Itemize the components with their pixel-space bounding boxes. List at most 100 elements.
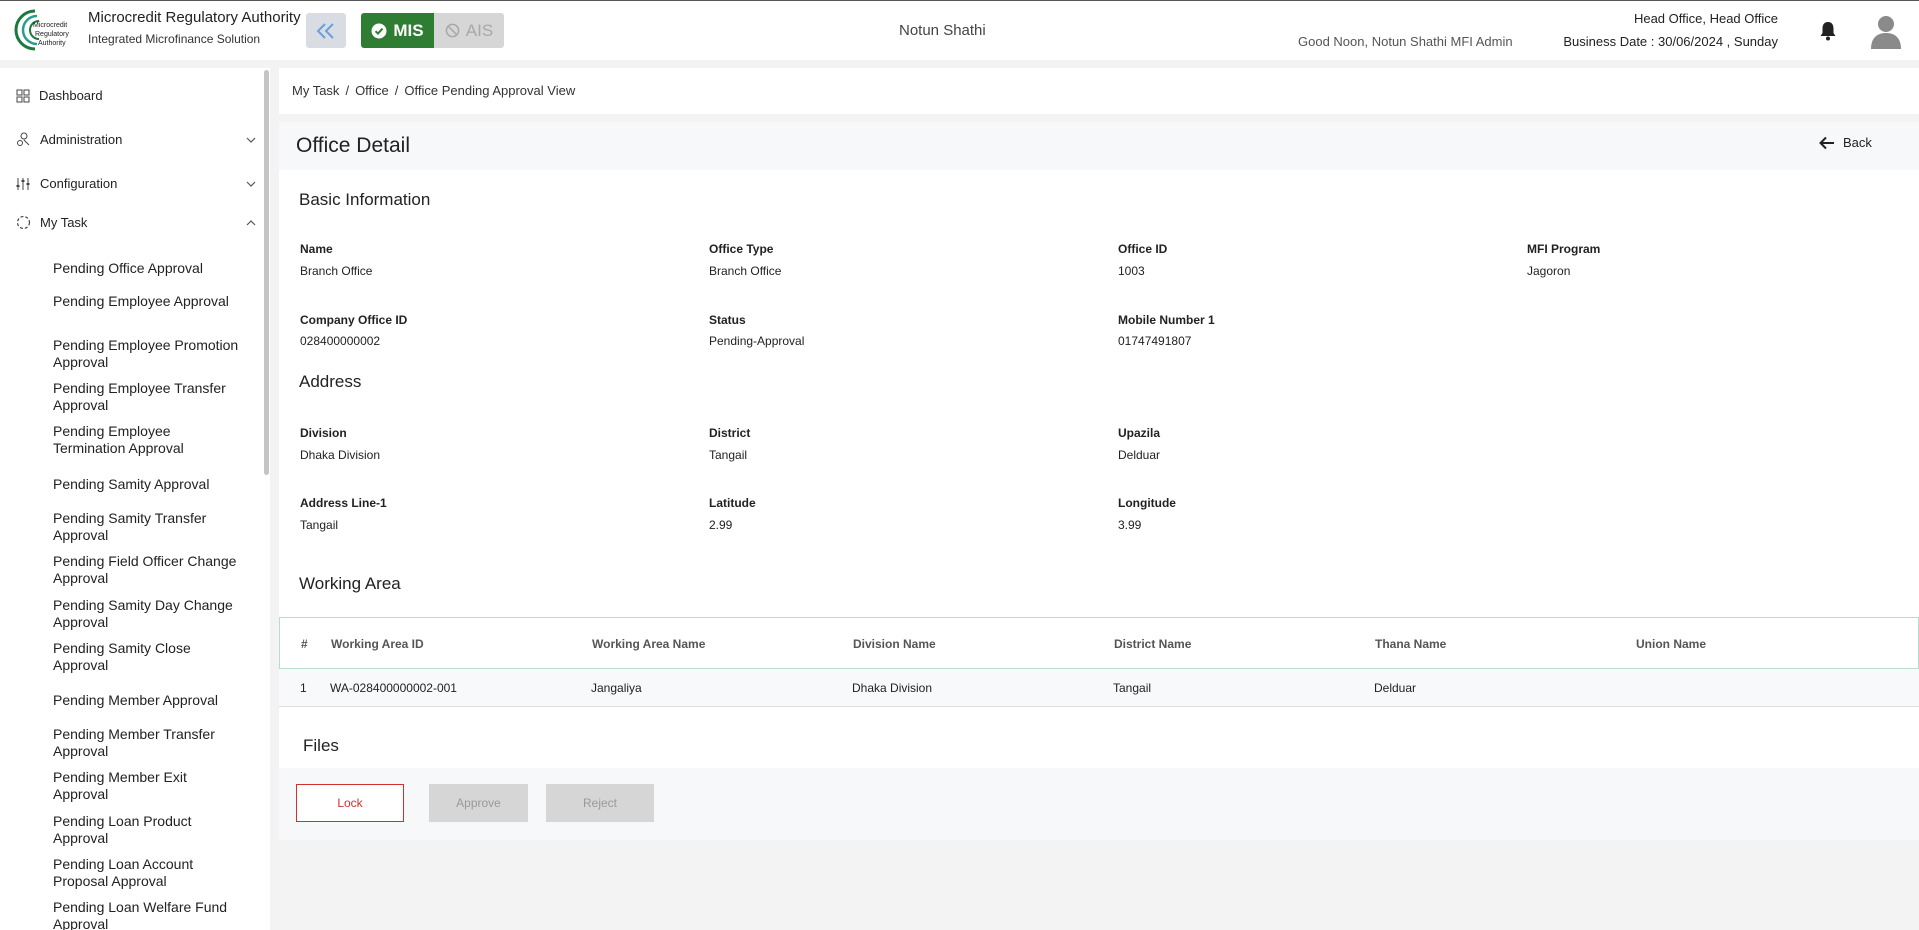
sidebar-item-configuration[interactable]: Configuration bbox=[16, 176, 256, 191]
sidebar-subitem[interactable]: Pending Member Exit Approval bbox=[53, 769, 243, 803]
sidebar-subitem[interactable]: Pending Samity Approval bbox=[53, 476, 243, 493]
field-value-office-type: Branch Office bbox=[709, 264, 782, 278]
field-label-district: District bbox=[709, 426, 751, 440]
field-label-longitude: Longitude bbox=[1118, 496, 1176, 510]
sidebar: Dashboard Administration Configuration M… bbox=[0, 68, 270, 930]
working-area-table-header: # Working Area ID Working Area Name Divi… bbox=[279, 617, 1919, 669]
action-bar: Lock Approve Reject bbox=[279, 768, 1919, 840]
field-label-mobile-number-1: Mobile Number 1 bbox=[1118, 313, 1215, 327]
column-header-district-name: District Name bbox=[1114, 637, 1192, 651]
sidebar-subitem[interactable]: Pending Office Approval bbox=[53, 260, 243, 277]
circle-dashed-icon bbox=[16, 215, 31, 230]
column-header-union-name: Union Name bbox=[1636, 637, 1707, 651]
field-label-office-type: Office Type bbox=[709, 242, 774, 256]
sidebar-subitem[interactable]: Pending Employee Termination Approval bbox=[53, 423, 243, 457]
field-value-office-id: 1003 bbox=[1118, 264, 1145, 278]
sidebar-subitem[interactable]: Pending Loan Account Proposal Approval bbox=[53, 856, 243, 890]
breadcrumb-separator: / bbox=[345, 83, 350, 98]
sidebar-subitem[interactable]: Pending Loan Welfare Fund Approval bbox=[53, 899, 243, 930]
svg-text:Authority: Authority bbox=[38, 40, 66, 47]
field-value-address-line-1: Tangail bbox=[300, 518, 339, 532]
org-title: Microcredit Regulatory Authority bbox=[88, 9, 301, 26]
sidebar-subitem[interactable]: Pending Samity Close Approval bbox=[53, 640, 243, 674]
field-label-office-id: Office ID bbox=[1118, 242, 1168, 256]
sidebar-subitem[interactable]: Pending Employee Approval bbox=[53, 293, 243, 310]
breadcrumb-current: Office Pending Approval View bbox=[404, 83, 576, 98]
field-label-upazila: Upazila bbox=[1118, 426, 1161, 440]
field-value-district: Tangail bbox=[709, 448, 748, 462]
office-name: Head Office, Head Office bbox=[1633, 11, 1778, 26]
sidebar-subitem[interactable]: Pending Employee Promotion Approval bbox=[53, 337, 243, 371]
chevron-down-icon bbox=[246, 181, 256, 187]
field-value-division: Dhaka Division bbox=[300, 448, 381, 462]
sidebar-subitem[interactable]: Pending Samity Transfer Approval bbox=[53, 510, 243, 544]
notification-bell-icon[interactable] bbox=[1819, 21, 1837, 46]
column-header-working-area-id: Working Area ID bbox=[331, 637, 424, 651]
office-detail-content: Basic Information Name Branch Office Off… bbox=[279, 170, 1919, 840]
grid-icon bbox=[16, 89, 30, 102]
field-value-latitude: 2.99 bbox=[709, 518, 733, 532]
cell-district-name: Tangail bbox=[1113, 681, 1152, 695]
breadcrumb: My Task / Office / Office Pending Approv… bbox=[292, 83, 575, 98]
cell-thana-name: Delduar bbox=[1374, 681, 1417, 695]
field-value-company-office-id: 028400000002 bbox=[300, 334, 381, 348]
lock-button[interactable]: Lock bbox=[296, 784, 404, 822]
field-label-latitude: Latitude bbox=[709, 496, 756, 510]
sidebar-subitem[interactable]: Pending Loan Product Approval bbox=[53, 813, 243, 847]
org-subtitle: Integrated Microfinance Solution bbox=[88, 32, 261, 46]
field-value-mobile-number-1: 01747491807 bbox=[1118, 334, 1192, 348]
ais-label: AIS bbox=[465, 20, 494, 40]
ais-toggle-button[interactable]: AIS bbox=[434, 13, 504, 48]
mis-label: MIS bbox=[393, 20, 424, 40]
breadcrumb-bar: My Task / Office / Office Pending Approv… bbox=[279, 68, 1919, 114]
check-circle-icon bbox=[371, 23, 387, 38]
logo-text-1: Microcredit bbox=[33, 22, 67, 29]
column-header-working-area-name: Working Area Name bbox=[592, 637, 706, 651]
double-chevron-left-icon bbox=[316, 22, 334, 39]
mra-logo: Microcredit Regulatory Authority bbox=[13, 7, 81, 53]
mis-toggle-button[interactable]: MIS bbox=[361, 13, 434, 48]
user-avatar[interactable] bbox=[1870, 14, 1902, 55]
field-label-address-line-1: Address Line-1 bbox=[300, 496, 387, 510]
breadcrumb-office[interactable]: Office bbox=[355, 83, 389, 98]
sidebar-scrollbar[interactable] bbox=[264, 70, 269, 475]
sidebar-item-label: My Task bbox=[40, 215, 88, 230]
chevron-down-icon bbox=[246, 137, 256, 143]
reject-button[interactable]: Reject bbox=[546, 784, 654, 822]
greeting-text: Good Noon, Notun Shathi MFI Admin bbox=[1298, 34, 1513, 49]
sidebar-subitem[interactable]: Pending Samity Day Change Approval bbox=[53, 597, 243, 631]
page-title: Office Detail bbox=[296, 134, 410, 157]
cell-index: 1 bbox=[300, 681, 307, 695]
collapse-sidebar-button[interactable] bbox=[306, 13, 346, 48]
sidebar-item-dashboard[interactable]: Dashboard bbox=[16, 88, 256, 103]
block-icon bbox=[445, 23, 460, 38]
sidebar-subitem[interactable]: Pending Field Officer Change Approval bbox=[53, 553, 243, 587]
back-button[interactable]: Back bbox=[1819, 135, 1872, 150]
cell-working-area-name: Jangaliya bbox=[591, 681, 642, 695]
business-date: Business Date : 30/06/2024 , Sunday bbox=[1563, 34, 1778, 49]
field-value-status: Pending-Approval bbox=[709, 334, 805, 348]
breadcrumb-my-task[interactable]: My Task bbox=[292, 83, 339, 98]
sidebar-subitem[interactable]: Pending Employee Transfer Approval bbox=[53, 380, 243, 414]
breadcrumb-separator: / bbox=[394, 83, 399, 98]
sidebar-item-label: Configuration bbox=[40, 176, 118, 191]
top-header: Microcredit Regulatory Authority Microcr… bbox=[0, 0, 1919, 60]
column-header-index: # bbox=[301, 637, 308, 651]
sliders-icon bbox=[16, 177, 30, 190]
field-label-division: Division bbox=[300, 426, 347, 440]
sidebar-subitem[interactable]: Pending Member Approval bbox=[53, 692, 243, 709]
field-value-longitude: 3.99 bbox=[1118, 518, 1142, 532]
users-cog-icon bbox=[17, 132, 30, 146]
sidebar-item-my-task[interactable]: My Task bbox=[16, 215, 256, 230]
sidebar-item-administration[interactable]: Administration bbox=[16, 132, 256, 147]
basic-information-title: Basic Information bbox=[299, 190, 431, 209]
field-label-name: Name bbox=[300, 242, 333, 256]
chevron-up-icon bbox=[246, 219, 256, 225]
approve-button[interactable]: Approve bbox=[429, 784, 528, 822]
sidebar-subitem[interactable]: Pending Member Transfer Approval bbox=[53, 726, 243, 760]
address-title: Address bbox=[299, 372, 362, 391]
cell-division-name: Dhaka Division bbox=[852, 681, 933, 695]
working-area-title: Working Area bbox=[299, 574, 401, 593]
field-label-mfi-program: MFI Program bbox=[1527, 242, 1601, 256]
page-header: Office Detail Back bbox=[279, 122, 1919, 170]
